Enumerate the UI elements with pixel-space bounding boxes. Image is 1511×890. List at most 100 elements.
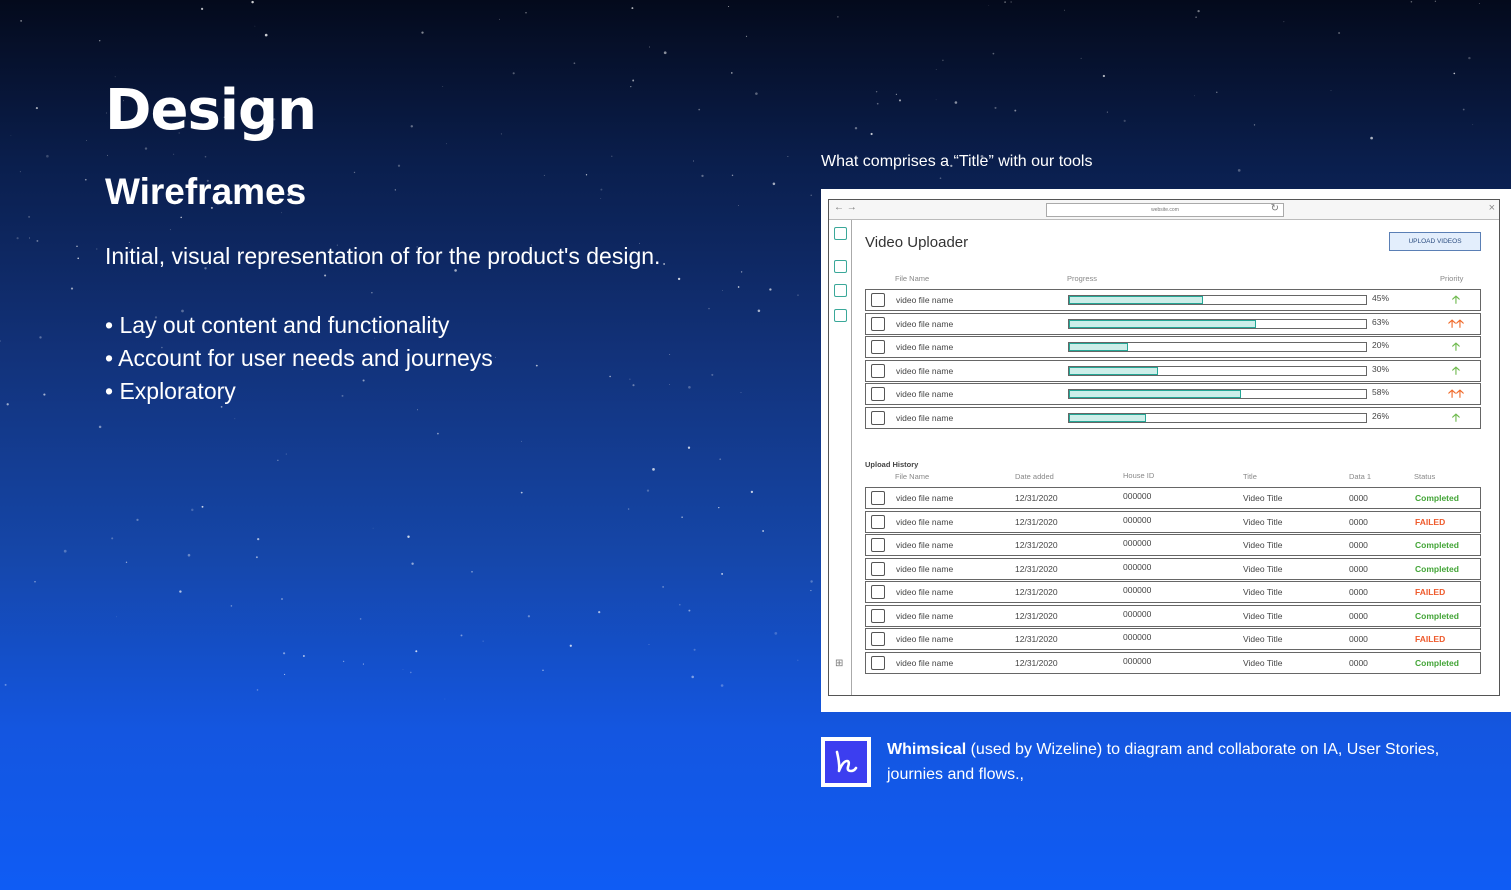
status-badge: FAILED (1415, 587, 1446, 597)
wireframe-image: ← → website.com ↻ × ⊞ Video Uploader UPL… (821, 189, 1511, 712)
tool-name: Whimsical (887, 741, 967, 758)
data-cell: 0000 (1349, 657, 1368, 668)
history-row[interactable]: video file name 12/31/2020 000000 Video Tit… (865, 534, 1481, 556)
title-cell: Video Title (1243, 587, 1283, 597)
upload-row[interactable]: video file name 63% 🡡🡡 (865, 312, 1481, 335)
row-checkbox[interactable] (871, 293, 885, 307)
reload-icon[interactable]: ↻ (1271, 203, 1279, 215)
column-header-progress: Progress (1067, 274, 1098, 283)
row-checkbox[interactable] (871, 363, 885, 378)
bookmark-icon[interactable] (834, 227, 847, 240)
upload-row[interactable]: video file name 26% 🡡 (865, 406, 1481, 429)
progress-bar (1068, 412, 1367, 423)
bullet-item: • Account for user needs and journeys (105, 345, 493, 371)
row-checkbox[interactable] (871, 655, 885, 670)
date-cell: 12/31/2020 (1015, 587, 1058, 597)
title-cell: Video Title (1243, 493, 1283, 503)
history-row[interactable]: video file name 12/31/2020 000000 Video Tit… (865, 510, 1481, 533)
row-checkbox[interactable] (871, 491, 885, 505)
progress-bar (1068, 389, 1367, 399)
bookmark-icon[interactable] (834, 260, 847, 273)
priority-high-icon: 🡡🡡 (1448, 388, 1464, 400)
history-row[interactable]: video file name 12/31/2020 000000 Video Tit… (865, 604, 1481, 627)
upload-row[interactable]: video file name 58% 🡡🡡 (865, 383, 1481, 405)
upload-row[interactable]: video file name 20% 🡡 (865, 336, 1481, 358)
house-id-cell: 000000 (1123, 561, 1152, 572)
column-header-house-id: House ID (1123, 471, 1155, 480)
upload-videos-button[interactable]: UPLOAD VIDEOS (1389, 232, 1481, 251)
priority-high-icon: 🡡🡡 (1448, 317, 1464, 330)
status-badge: Completed (1415, 493, 1459, 503)
back-forward-icon[interactable]: ← → (834, 202, 857, 213)
row-checkbox[interactable] (871, 632, 885, 646)
grid-icon[interactable]: ⊞ (835, 658, 843, 669)
tool-note-text: (used by Wizeline) to diagram and collab… (887, 741, 1440, 783)
intro-text: Initial, visual representation of for th… (105, 243, 661, 269)
file-name-cell: video file name (896, 365, 954, 376)
upload-row[interactable]: video file name 30% 🡡 (865, 359, 1481, 382)
house-id-cell: 000000 (1123, 655, 1152, 666)
progress-percent: 26% (1372, 410, 1390, 421)
date-cell: 12/31/2020 (1015, 493, 1058, 503)
section-subtitle: Wireframes (105, 171, 307, 212)
progress-percent: 20% (1372, 340, 1390, 350)
row-checkbox[interactable] (871, 514, 885, 529)
history-row[interactable]: video file name 12/31/2020 000000 Video Tit… (865, 487, 1481, 509)
file-name-cell: video file name (896, 389, 954, 399)
status-badge: Completed (1415, 563, 1459, 574)
file-name-cell: video file name (896, 318, 954, 329)
file-name-cell: video file name (896, 412, 954, 423)
date-cell: 12/31/2020 (1015, 540, 1058, 550)
url-field[interactable]: website.com ↻ (1046, 203, 1284, 217)
upload-row[interactable]: video file name 45% 🡡 (865, 289, 1481, 311)
bookmark-icon[interactable] (834, 309, 847, 322)
page-title: Design (105, 78, 317, 143)
progress-bar (1068, 342, 1367, 352)
house-id-cell: 000000 (1123, 632, 1152, 642)
house-id-cell: 000000 (1123, 514, 1152, 525)
history-row[interactable]: video file name 12/31/2020 000000 Video Tit… (865, 628, 1481, 650)
row-checkbox[interactable] (871, 387, 885, 401)
column-header-status: Status (1414, 472, 1436, 481)
file-name-cell: video file name (896, 563, 954, 574)
house-id-cell: 000000 (1123, 585, 1152, 595)
title-cell: Video Title (1243, 516, 1283, 527)
bookmark-icon[interactable] (834, 284, 847, 297)
row-checkbox[interactable] (871, 608, 885, 623)
bullet-item: • Exploratory (105, 378, 236, 404)
history-row[interactable]: video file name 12/31/2020 000000 Video Tit… (865, 651, 1481, 674)
priority-low-icon: 🡡 (1452, 411, 1460, 424)
row-checkbox[interactable] (871, 538, 885, 552)
date-cell: 12/31/2020 (1015, 634, 1058, 644)
column-header-date-added: Date added (1015, 472, 1054, 481)
data-cell: 0000 (1349, 634, 1368, 644)
progress-fill (1069, 366, 1159, 375)
date-cell: 12/31/2020 (1015, 657, 1058, 668)
status-badge: FAILED (1415, 634, 1446, 644)
file-name-cell: video file name (896, 634, 954, 644)
row-checkbox[interactable] (871, 561, 885, 576)
progress-fill (1069, 296, 1203, 304)
date-cell: 12/31/2020 (1015, 563, 1058, 574)
history-row[interactable]: video file name 12/31/2020 000000 Video Tit… (865, 557, 1481, 580)
data-cell: 0000 (1349, 493, 1368, 503)
file-name-cell: video file name (896, 295, 954, 305)
title-cell: Video Title (1243, 540, 1283, 550)
history-row[interactable]: video file name 12/31/2020 000000 Video Tit… (865, 581, 1481, 603)
file-name-cell: video file name (896, 657, 954, 668)
close-icon[interactable]: × (1489, 202, 1495, 214)
column-header-file-name: File Name (895, 274, 930, 283)
column-header-priority: Priority (1440, 274, 1464, 283)
house-id-cell: 000000 (1123, 491, 1152, 501)
file-name-cell: video file name (896, 342, 954, 352)
progress-fill (1069, 343, 1129, 351)
bullet-list: • Lay out content and functionality • Ac… (105, 309, 493, 408)
progress-fill (1069, 319, 1257, 328)
progress-bar (1068, 365, 1367, 376)
row-checkbox[interactable] (871, 410, 885, 425)
row-checkbox[interactable] (871, 340, 885, 354)
row-checkbox[interactable] (871, 585, 885, 599)
status-badge: Completed (1415, 610, 1459, 621)
file-name-cell: video file name (896, 540, 954, 550)
row-checkbox[interactable] (871, 316, 885, 331)
